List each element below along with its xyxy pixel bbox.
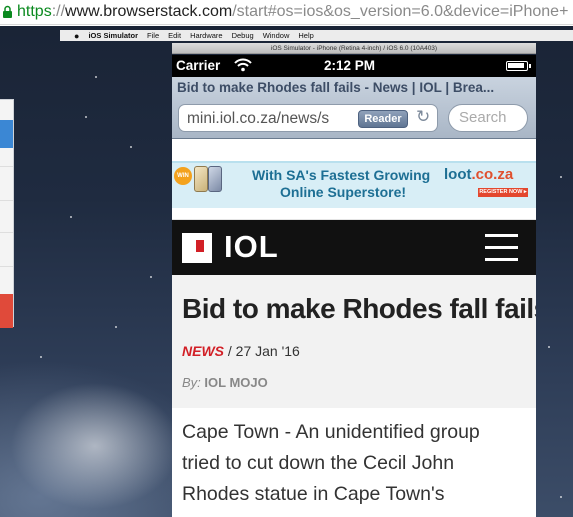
menu-icon[interactable] xyxy=(485,234,518,262)
battery-icon xyxy=(506,61,531,71)
menu-hardware[interactable]: Hardware xyxy=(190,31,223,40)
body-line: Cape Town - An unidentified group xyxy=(182,421,480,443)
phone-image xyxy=(208,166,222,192)
ad-badge: WIN xyxy=(174,167,192,185)
ad-subheadline: Online Superstore! xyxy=(280,184,407,200)
status-time: 2:12 PM xyxy=(324,58,376,73)
simulator-window-title: iOS Simulator - iPhone (Retina 4-inch) /… xyxy=(172,43,536,54)
page-title: Bid to make Rhodes fall fails - News | I… xyxy=(177,80,495,95)
search-field[interactable]: Search xyxy=(448,104,528,132)
ad-background: WIN With SA's Fastest Growing Online Sup… xyxy=(172,161,536,208)
url-scheme: https xyxy=(17,3,52,20)
menu-window[interactable]: Window xyxy=(263,31,290,40)
ad-headline: With SA's Fastest Growing xyxy=(252,167,431,183)
article-byline: By: IOL MOJO xyxy=(182,375,268,390)
side-panel xyxy=(0,99,14,328)
byline-prefix: By: xyxy=(182,375,205,390)
date-separator: / xyxy=(224,343,236,359)
article: Bid to make Rhodes fall fails NEWS / 27 … xyxy=(172,275,536,517)
iol-logo-icon[interactable] xyxy=(182,233,212,263)
loot-logo: loot.co.za xyxy=(444,166,514,183)
article-author[interactable]: IOL MOJO xyxy=(204,375,267,390)
mac-menubar: ● iOS Simulator File Edit Hardware Debug… xyxy=(60,30,573,41)
safari-navigation-bar: Bid to make Rhodes fall fails - News | I… xyxy=(172,77,536,139)
article-category[interactable]: NEWS xyxy=(182,343,224,359)
browser-url-bar[interactable]: https :// www.browserstack.com /start#os… xyxy=(0,0,573,25)
side-panel-red-button[interactable] xyxy=(0,294,13,328)
ios-status-bar: Carrier 2:12 PM xyxy=(172,55,536,77)
body-line: tried to cut down the Cecil John xyxy=(182,452,455,474)
url-path: /start#os=ios&os_version=6.0&device=iPho… xyxy=(232,3,569,20)
menu-file[interactable]: File xyxy=(147,31,159,40)
article-headline: Bid to make Rhodes fall fails xyxy=(182,293,536,324)
reader-button[interactable]: Reader xyxy=(358,110,408,128)
url-separator: :// xyxy=(51,3,66,20)
article-meta: NEWS / 27 Jan '16 xyxy=(182,343,300,359)
apple-menu-icon[interactable]: ● xyxy=(74,31,79,41)
reload-icon[interactable]: ↻ xyxy=(416,107,430,127)
body-line: Rhodes statue in Cape Town's xyxy=(182,483,445,505)
article-date: 27 Jan '16 xyxy=(235,343,300,359)
advertisement-banner[interactable]: WIN With SA's Fastest Growing Online Sup… xyxy=(172,139,536,220)
side-panel-active-item[interactable] xyxy=(0,120,13,148)
carrier-label: Carrier xyxy=(176,58,221,73)
site-header: IOL xyxy=(172,220,536,275)
wifi-icon xyxy=(234,58,252,75)
register-now-button[interactable]: REGISTER NOW ▸ xyxy=(478,188,528,197)
menu-ios-simulator[interactable]: iOS Simulator xyxy=(88,31,138,40)
url-domain: www.browserstack.com xyxy=(65,3,233,20)
menu-edit[interactable]: Edit xyxy=(168,31,181,40)
menu-help[interactable]: Help xyxy=(298,31,313,40)
article-body: Cape Town - An unidentified group tried … xyxy=(172,408,536,517)
site-logo-text[interactable]: IOL xyxy=(224,229,279,265)
address-text: mini.iol.co.za/news/s xyxy=(187,110,330,127)
phone-image xyxy=(194,166,208,192)
address-field[interactable]: mini.iol.co.za/news/s Reader ↻ xyxy=(178,104,438,132)
iphone-screen: Carrier 2:12 PM Bid to make Rhodes fall … xyxy=(172,55,536,517)
menu-debug[interactable]: Debug xyxy=(232,31,254,40)
lock-icon xyxy=(2,5,13,19)
